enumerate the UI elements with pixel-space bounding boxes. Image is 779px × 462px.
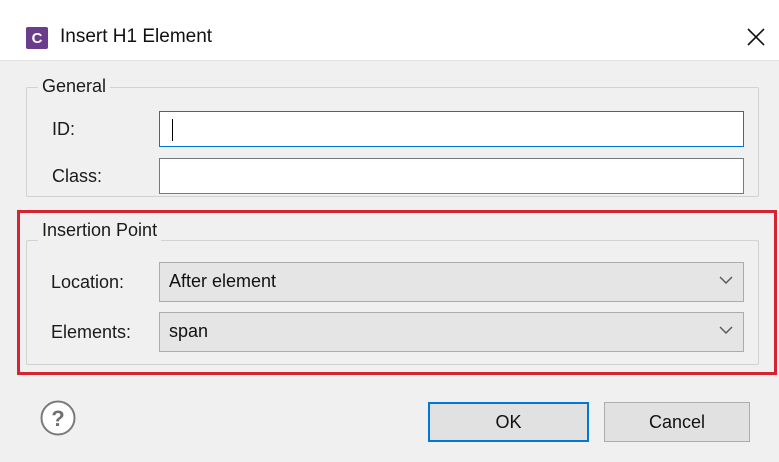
general-legend: General — [38, 76, 111, 97]
id-label: ID: — [52, 119, 76, 139]
highlight-annotation — [17, 210, 777, 375]
class-field[interactable] — [159, 158, 744, 194]
close-button[interactable] — [738, 20, 774, 54]
app-icon: C — [26, 27, 48, 49]
help-button[interactable]: ? — [39, 399, 77, 442]
id-field[interactable] — [159, 111, 744, 147]
cancel-button[interactable]: Cancel — [604, 402, 750, 442]
close-icon — [747, 28, 765, 46]
svg-text:?: ? — [51, 406, 64, 431]
help-icon: ? — [40, 400, 76, 436]
text-caret — [172, 119, 173, 141]
window-title: Insert H1 Element — [60, 26, 213, 47]
class-label: Class: — [52, 166, 103, 186]
title-bar: C Insert H1 Element — [0, 0, 779, 61]
ok-button[interactable]: OK — [428, 402, 589, 442]
